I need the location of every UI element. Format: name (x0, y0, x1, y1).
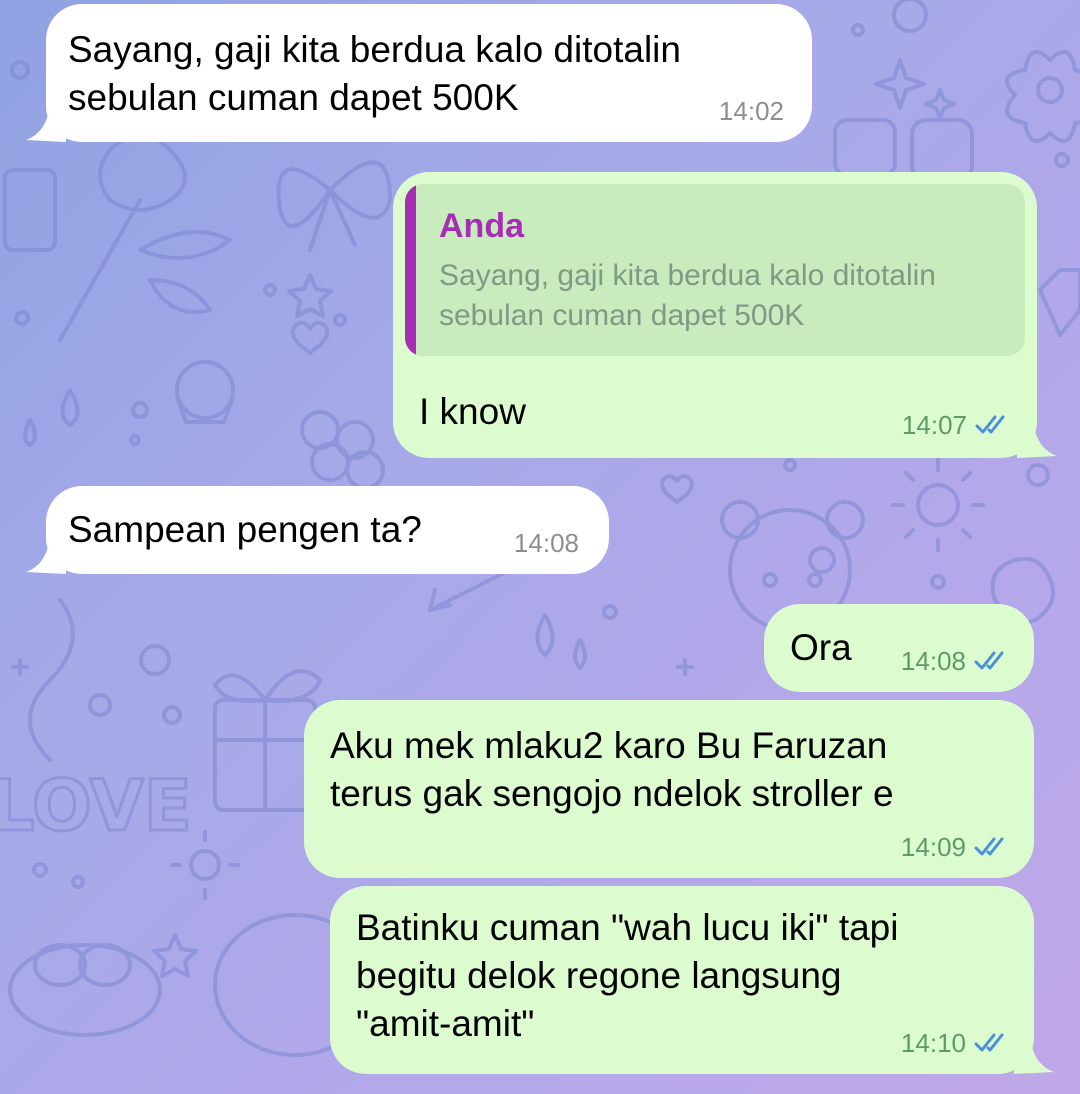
message-time: 14:08 (513, 528, 579, 558)
message-bubble-incoming[interactable]: Sampean pengen ta? 14:08 (46, 486, 609, 574)
double-check-icon (974, 837, 1004, 856)
message-meta: 14:09 (901, 832, 1012, 862)
message-bubble-outgoing[interactable]: Aku mek mlaku2 karo Bu Faruzan terus gak… (304, 700, 1034, 878)
bubble-tail-outgoing (1017, 418, 1057, 458)
message-text: I know (419, 391, 526, 432)
double-check-icon (974, 1033, 1004, 1052)
message-text: Sampean pengen ta? (68, 509, 422, 550)
message-time: 14:02 (718, 96, 784, 126)
message-bubble-outgoing[interactable]: Batinku cuman "wah lucu iki" tapi begitu… (330, 886, 1034, 1074)
double-check-icon (974, 651, 1004, 670)
svg-text:LOVE: LOVE (0, 765, 192, 847)
message-meta: 14:02 (719, 96, 784, 126)
message-bubble-incoming[interactable]: Sayang, gaji kita berdua kalo ditotalin … (46, 4, 812, 142)
message-meta: 14:10 (901, 1028, 1012, 1058)
message-time: 14:10 (900, 1028, 966, 1058)
bubble-tail-outgoing (1014, 1034, 1054, 1074)
message-text: Batinku cuman "wah lucu iki" tapi begitu… (356, 907, 899, 1044)
message-bubble-outgoing[interactable]: Ora 14:08 (764, 604, 1034, 692)
message-meta: 14:08 (901, 646, 1012, 676)
message-time: 14:07 (901, 410, 967, 440)
message-meta: 14:07 (902, 410, 1013, 440)
bubble-tail-incoming (26, 102, 66, 142)
message-time: 14:09 (900, 832, 966, 862)
bubble-tail-incoming (26, 534, 66, 574)
reply-preview[interactable]: Anda Sayang, gaji kita berdua kalo ditot… (405, 184, 1025, 356)
message-meta: 14:08 (514, 528, 579, 558)
message-text: Sayang, gaji kita berdua kalo ditotalin … (68, 29, 681, 118)
reply-sender-name: Anda (439, 207, 524, 245)
reply-accent-bar (405, 184, 416, 356)
reply-quoted-text: Sayang, gaji kita berdua kalo ditotalin … (439, 259, 936, 332)
message-bubble-outgoing[interactable]: Anda Sayang, gaji kita berdua kalo ditot… (393, 172, 1037, 458)
message-time: 14:08 (900, 646, 966, 676)
double-check-icon (975, 415, 1005, 434)
message-text: Aku mek mlaku2 karo Bu Faruzan terus gak… (330, 725, 894, 814)
message-text: Ora (790, 627, 852, 668)
